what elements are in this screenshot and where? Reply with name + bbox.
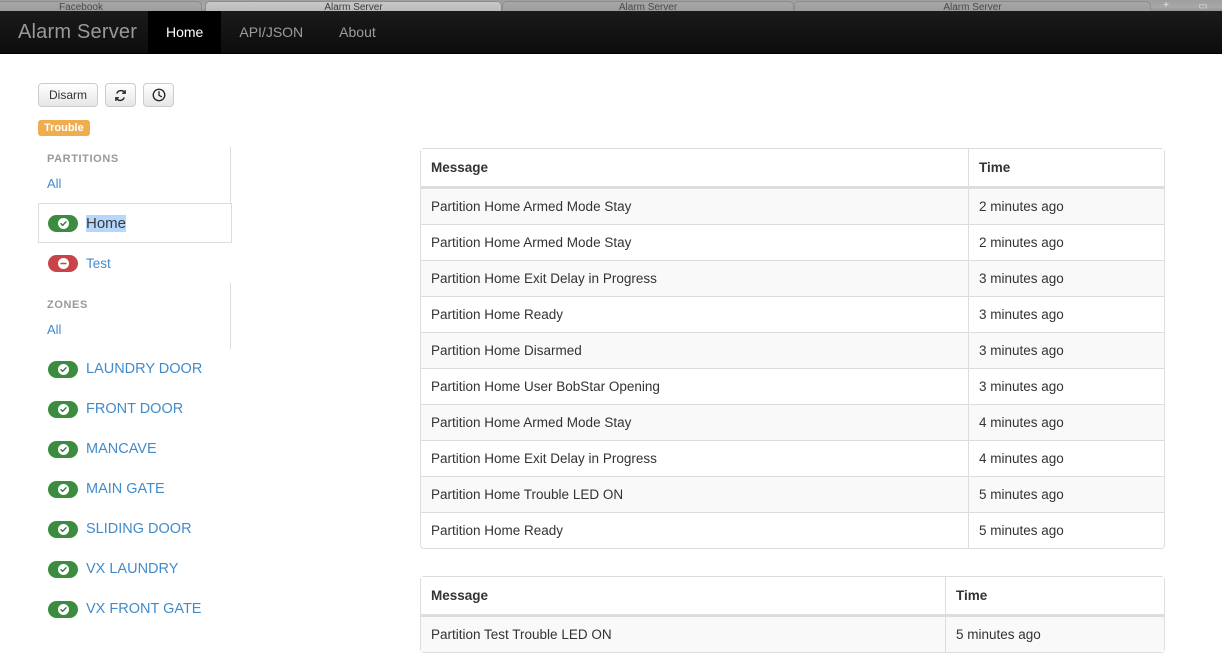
cell-time: 3 minutes ago (969, 332, 1164, 368)
cell-message: Partition Home Armed Mode Stay (421, 404, 969, 440)
cell-message: Partition Home Trouble LED ON (421, 476, 969, 512)
cell-time: 5 minutes ago (969, 512, 1164, 548)
disarm-button[interactable]: Disarm (38, 83, 98, 107)
sidebar-item-label: LAUNDRY DOOR (86, 361, 203, 377)
zones-all-link[interactable]: All (38, 319, 230, 349)
column-header-time: Time (969, 149, 1164, 188)
table-row[interactable]: Partition Home User BobStar Opening 3 mi… (421, 368, 1164, 404)
table-row[interactable]: Partition Home Armed Mode Stay 2 minutes… (421, 188, 1164, 224)
cell-time: 3 minutes ago (969, 296, 1164, 332)
refresh-button[interactable] (105, 83, 136, 107)
sidebar-item-label: VX FRONT GATE (86, 601, 202, 617)
partitions-heading: PARTITIONS (47, 153, 119, 165)
table-row[interactable]: Partition Home Armed Mode Stay 4 minutes… (421, 404, 1164, 440)
cell-message: Partition Home Armed Mode Stay (421, 224, 969, 260)
partitions-section: PARTITIONS All (38, 147, 231, 203)
nav-items: Home API/JSON About (148, 11, 394, 53)
cell-time: 4 minutes ago (969, 440, 1164, 476)
status-ok-icon (48, 600, 78, 618)
table-header-row: Message Time (421, 149, 1164, 188)
table-row[interactable]: Partition Home Exit Delay in Progress 3 … (421, 260, 1164, 296)
table-row[interactable]: Partition Home Trouble LED ON 5 minutes … (421, 476, 1164, 512)
events-table-test: Message Time Partition Test Trouble LED … (420, 576, 1165, 653)
cell-message: Partition Home User BobStar Opening (421, 368, 969, 404)
history-button[interactable] (143, 83, 174, 107)
table-header-row: Message Time (421, 577, 1164, 616)
sidebar-item-zone-vx-front-gate[interactable]: VX FRONT GATE (38, 589, 231, 629)
status-ok-icon (48, 360, 78, 378)
sidebar-item-label: MAIN GATE (86, 481, 165, 497)
table-row[interactable]: Partition Home Armed Mode Stay 2 minutes… (421, 224, 1164, 260)
cell-message: Partition Home Exit Delay in Progress (421, 440, 969, 476)
table-row[interactable]: Partition Home Disarmed 3 minutes ago (421, 332, 1164, 368)
zones-heading: ZONES (47, 299, 88, 311)
toolbar: Disarm (38, 83, 174, 107)
status-ok-icon (48, 214, 78, 232)
status-ok-icon (48, 400, 78, 418)
cell-time: 2 minutes ago (969, 224, 1164, 260)
status-badge: Trouble (38, 120, 90, 136)
cell-message: Partition Home Disarmed (421, 332, 969, 368)
cell-message: Partition Home Ready (421, 296, 969, 332)
cell-time: 3 minutes ago (969, 260, 1164, 296)
sidebar-item-zone-main-gate[interactable]: MAIN GATE (38, 469, 231, 509)
cell-time: 2 minutes ago (969, 188, 1164, 224)
column-header-time: Time (946, 577, 1164, 616)
navbar: Alarm Server Home API/JSON About (0, 11, 1222, 54)
table-row[interactable]: Partition Home Exit Delay in Progress 4 … (421, 440, 1164, 476)
sidebar-item-zone-sliding-door[interactable]: SLIDING DOOR (38, 509, 231, 549)
status-fault-icon (48, 254, 78, 272)
cell-time: 4 minutes ago (969, 404, 1164, 440)
cell-time: 3 minutes ago (969, 368, 1164, 404)
sidebar-item-label: Test (86, 255, 111, 271)
nav-item-api-json[interactable]: API/JSON (221, 11, 321, 53)
clock-icon (152, 88, 166, 102)
nav-item-about[interactable]: About (321, 11, 394, 53)
column-header-message: Message (421, 577, 946, 616)
table-row[interactable]: Partition Test Trouble LED ON 5 minutes … (421, 616, 1164, 652)
status-ok-icon (48, 560, 78, 578)
zones-section: ZONES All (38, 283, 231, 349)
nav-item-home[interactable]: Home (148, 11, 222, 53)
sidebar: PARTITIONS All Home Test ZONES All LAUND… (38, 147, 232, 629)
sidebar-item-partition-test[interactable]: Test (38, 243, 231, 283)
status-ok-icon (48, 440, 78, 458)
sidebar-item-label: MANCAVE (86, 441, 157, 457)
sidebar-item-zone-mancave[interactable]: MANCAVE (38, 429, 231, 469)
partitions-all-link[interactable]: All (38, 173, 230, 203)
cell-time: 5 minutes ago (946, 616, 1164, 652)
sidebar-item-zone-laundry-door[interactable]: LAUNDRY DOOR (38, 349, 231, 389)
sidebar-item-label: SLIDING DOOR (86, 521, 192, 537)
status-ok-icon (48, 480, 78, 498)
sidebar-item-label: VX LAUNDRY (86, 561, 179, 577)
cell-message: Partition Test Trouble LED ON (421, 616, 946, 652)
cell-message: Partition Home Ready (421, 512, 969, 548)
status-ok-icon (48, 520, 78, 538)
table-row[interactable]: Partition Home Ready 3 minutes ago (421, 296, 1164, 332)
column-header-message: Message (421, 149, 969, 188)
sidebar-item-zone-vx-laundry[interactable]: VX LAUNDRY (38, 549, 231, 589)
refresh-icon (114, 89, 127, 102)
brand-title[interactable]: Alarm Server (18, 11, 137, 53)
sidebar-item-partition-home[interactable]: Home (38, 203, 232, 243)
sidebar-item-label: FRONT DOOR (86, 401, 184, 417)
cell-time: 5 minutes ago (969, 476, 1164, 512)
cell-message: Partition Home Exit Delay in Progress (421, 260, 969, 296)
table-row[interactable]: Partition Home Ready 5 minutes ago (421, 512, 1164, 548)
cell-message: Partition Home Armed Mode Stay (421, 188, 969, 224)
sidebar-item-label: Home (86, 214, 127, 232)
events-table-recent: Message Time Partition Home Armed Mode S… (420, 148, 1165, 549)
sidebar-item-zone-front-door[interactable]: FRONT DOOR (38, 389, 231, 429)
